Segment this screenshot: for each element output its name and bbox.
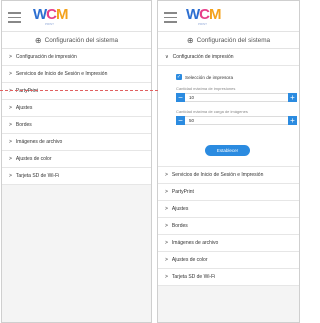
max-prints-stepper: − 10 + <box>176 93 297 102</box>
max-uploads-label: Cantidad máxima de carga de imágenes <box>176 109 248 114</box>
page-title: Configuración del sistema <box>196 36 271 44</box>
chevron-down-icon: ∨ <box>165 54 169 60</box>
app-logo: WCM <box>33 6 68 23</box>
menu-item-file-images[interactable]: > Imágenes de archivo <box>158 235 299 252</box>
increment-button[interactable]: + <box>288 93 297 102</box>
set-button[interactable]: Establecer <box>205 145 250 156</box>
menu-item-color-settings[interactable]: > Ajustes de color <box>2 151 151 168</box>
menu-item-color-settings[interactable]: > Ajustes de color <box>158 252 299 269</box>
menu-item-borders[interactable]: > Bordes <box>2 117 151 134</box>
max-uploads-stepper: − 50 + <box>176 116 297 125</box>
max-prints-label: Cantidad máxima de impresiones <box>176 86 236 91</box>
menu-item-wifi-sd[interactable]: > Tarjeta SD de Wi-Fi <box>158 269 299 286</box>
chevron-right-icon: > <box>165 274 168 280</box>
chevron-right-icon: > <box>165 223 168 229</box>
increment-button[interactable]: + <box>288 116 297 125</box>
max-uploads-input[interactable]: 50 <box>185 116 288 125</box>
page-title-bar: ⊕ Configuración del sistema <box>2 32 151 49</box>
left-panel: WCM PRINT ⊕ Configuración del sistema > C… <box>1 0 152 323</box>
chevron-right-icon: > <box>165 257 168 263</box>
globe-icon: ⊕ <box>186 35 194 45</box>
chevron-right-icon: > <box>9 54 12 60</box>
app-logo: WCM <box>186 6 221 23</box>
max-prints-input[interactable]: 10 <box>185 93 288 102</box>
menu-item-login-services[interactable]: > Servicios de Inicio de Sesión e Impresi… <box>2 66 151 83</box>
printer-selection-row[interactable]: ✓ Selección de impresora <box>176 74 233 80</box>
chevron-right-icon: > <box>9 122 12 128</box>
chevron-right-icon: > <box>9 139 12 145</box>
menu-item-adjustments[interactable]: > Ajustes <box>158 201 299 218</box>
chevron-right-icon: > <box>165 189 168 195</box>
logo-subtitle: PRINT <box>198 22 207 26</box>
chevron-right-icon: > <box>165 240 168 246</box>
menu-item-borders[interactable]: > Bordes <box>158 218 299 235</box>
chevron-right-icon: > <box>9 105 12 111</box>
chevron-right-icon: > <box>9 71 12 77</box>
app-header: WCM PRINT <box>158 1 299 32</box>
menu-item-print-config[interactable]: > Configuración de impresión <box>2 49 151 66</box>
menu-item-login-services[interactable]: > Servicios de Inicio de Sesión e Impresi… <box>158 167 299 184</box>
chevron-right-icon: > <box>9 156 12 162</box>
checkbox-checked-icon[interactable]: ✓ <box>176 74 182 80</box>
menu-item-adjustments[interactable]: > Ajustes <box>2 100 151 117</box>
hamburger-menu-icon[interactable] <box>164 12 177 26</box>
chevron-right-icon: > <box>165 206 168 212</box>
menu-item-partyprint[interactable]: > PartyPrint <box>2 83 151 100</box>
page-title: Configuración del sistema <box>44 36 119 44</box>
right-panel: WCM PRINT ⊕ Configuración del sistema ∨ C… <box>157 0 300 323</box>
printer-selection-label: Selección de impresora <box>185 74 234 80</box>
app-header: WCM PRINT <box>2 1 151 32</box>
globe-icon: ⊕ <box>34 35 42 45</box>
menu-item-print-config-expanded[interactable]: ∨ Configuración de impresión <box>158 49 299 66</box>
connector-line <box>0 90 158 91</box>
menu-item-wifi-sd[interactable]: > Tarjeta SD de Wi-Fi <box>2 168 151 185</box>
print-config-panel: ✓ Selección de impresora Cantidad máxima… <box>158 66 299 167</box>
chevron-right-icon: > <box>9 88 12 94</box>
menu-item-file-images[interactable]: > Imágenes de archivo <box>2 134 151 151</box>
decrement-button[interactable]: − <box>176 116 185 125</box>
menu-item-partyprint[interactable]: > PartyPrint <box>158 184 299 201</box>
chevron-right-icon: > <box>165 172 168 178</box>
hamburger-menu-icon[interactable] <box>8 12 21 26</box>
chevron-right-icon: > <box>9 173 12 179</box>
decrement-button[interactable]: − <box>176 93 185 102</box>
page-title-bar: ⊕ Configuración del sistema <box>158 32 299 49</box>
logo-subtitle: PRINT <box>45 22 54 26</box>
